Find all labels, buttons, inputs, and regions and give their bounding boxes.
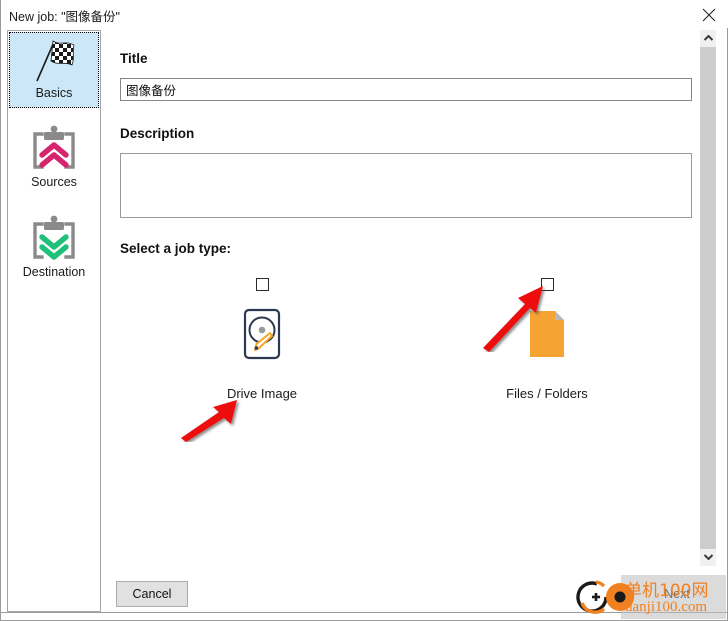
scroll-up-button[interactable] <box>700 30 716 47</box>
next-button[interactable]: Next <box>641 581 713 607</box>
clipboard-up-arrows-icon <box>9 125 99 175</box>
job-type-files-folders[interactable]: Files / Folders <box>457 278 637 401</box>
chevron-down-icon <box>703 554 713 560</box>
description-label: Description <box>120 126 195 141</box>
job-type-drive-image[interactable]: Drive Image <box>172 278 352 401</box>
window-title: New job: "图像备份" <box>9 10 120 24</box>
watermark-logo-icon <box>576 580 634 614</box>
title-label: Title <box>120 51 148 66</box>
checkered-flag-icon <box>9 36 99 86</box>
sidebar-item-label: Sources <box>31 175 77 189</box>
chevron-up-icon <box>703 35 713 41</box>
vertical-scrollbar[interactable] <box>699 30 716 566</box>
sidebar-item-label: Destination <box>22 265 86 279</box>
hard-drive-icon[interactable] <box>172 308 352 374</box>
job-type-caption: Files / Folders <box>506 386 588 401</box>
new-job-dialog: New job: "图像备份" Basics Sources Destinati… <box>0 0 728 621</box>
sidebar-item-sources[interactable]: Sources <box>9 121 99 197</box>
sidebar-item-label: Basics <box>35 86 73 100</box>
clipboard-down-arrows-icon <box>9 215 99 265</box>
sidebar-item-basics[interactable]: Basics <box>9 32 99 108</box>
files-folders-checkbox[interactable] <box>540 278 554 291</box>
drive-image-checkbox[interactable] <box>255 278 269 291</box>
document-file-icon[interactable] <box>457 308 637 374</box>
description-input[interactable] <box>120 153 692 218</box>
sidebar: Basics Sources Destination <box>7 30 101 612</box>
sidebar-item-destination[interactable]: Destination <box>9 211 99 287</box>
close-icon <box>702 8 716 22</box>
cancel-button[interactable]: Cancel <box>116 581 188 607</box>
close-button[interactable] <box>689 0 728 28</box>
scroll-down-button[interactable] <box>700 549 716 566</box>
job-type-caption: Drive Image <box>226 386 298 401</box>
title-bar: New job: "图像备份" <box>1 0 728 28</box>
footer-divider <box>1 612 728 613</box>
job-type-label: Select a job type: <box>120 241 232 256</box>
title-input[interactable] <box>120 78 692 101</box>
main-content: Title Description Select a job type: Dri… <box>109 30 721 566</box>
